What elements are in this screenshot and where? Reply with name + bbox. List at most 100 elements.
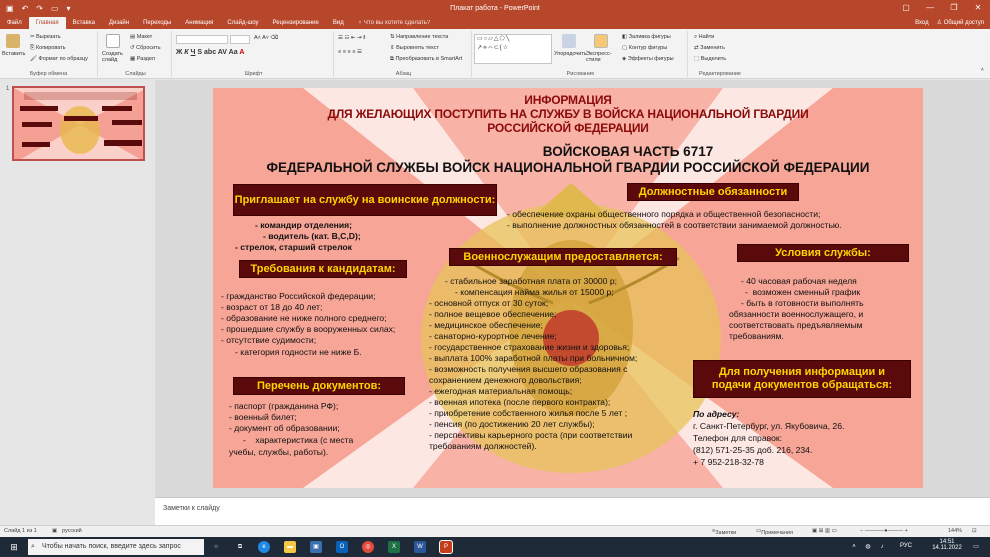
chrome-icon[interactable]: ◎ [362, 541, 374, 553]
tab-home[interactable]: Главная [28, 17, 66, 29]
align-buttons[interactable]: ≡ ≡ ≡ ≡ ☰ [338, 49, 362, 55]
ribbon-display-icon[interactable]: ▢ [894, 0, 918, 16]
font-size-buttons[interactable]: A˄ A˅ ⌫ [254, 35, 278, 41]
smartart-button[interactable]: ⧉ Преобразовать в SmartArt [390, 56, 462, 63]
provided-item: - основной отпуск от 30 суток; [429, 298, 549, 308]
tab-transitions[interactable]: Переходы [136, 17, 178, 29]
network-icon[interactable]: ◍ [862, 541, 874, 553]
share-button[interactable]: ♙ Общий доступ [937, 17, 984, 29]
requirement-item: - возраст от 18 до 40 лет; [221, 302, 323, 312]
documents-box: Перечень документов: [233, 377, 405, 395]
tab-slideshow[interactable]: Слайд-шоу [220, 17, 265, 29]
reset-button[interactable]: ↺ Сбросить [130, 45, 161, 51]
quick-styles-icon[interactable] [594, 34, 608, 48]
tab-file[interactable]: Файл [0, 17, 29, 29]
tab-insert[interactable]: Вставка [66, 17, 102, 29]
align-text-button[interactable]: ⇕ Выровнять текст [390, 45, 439, 51]
provided-item: - компенсация найма жилья от 15000 р; [455, 287, 614, 297]
excel-icon[interactable]: X [388, 541, 400, 553]
tab-view[interactable]: Вид [326, 17, 351, 29]
windows-start-icon[interactable]: ⊞ [8, 541, 20, 553]
shapes-gallery[interactable]: ▭○▱△⬠╲ ↗⟡⌒⊂{☆ [474, 34, 552, 64]
powerpoint-icon[interactable]: P [439, 540, 453, 554]
font-size-select[interactable] [230, 35, 250, 44]
font-format-buttons[interactable]: Ж К Ч S abc AV Aa A [176, 49, 244, 56]
minimize-icon[interactable]: — [918, 0, 942, 16]
provided-item: требованиям должностей). [429, 441, 537, 451]
tray-expand-icon[interactable]: ˄ [848, 541, 860, 553]
tab-review[interactable]: Рецензирование [266, 17, 326, 29]
close-icon[interactable]: ✕ [966, 0, 990, 16]
zoom-level[interactable]: 144% [948, 528, 962, 534]
cortana-icon[interactable]: ○ [210, 541, 222, 553]
provided-item: - перспективы карьерного роста (при соот… [429, 430, 633, 440]
heading-line-1: ИНФОРМАЦИЯ [524, 93, 612, 107]
comments-toggle[interactable]: ▭ Примечания [756, 528, 793, 536]
clock-date: 14.11.2022 [932, 545, 962, 551]
slide-thumbnail[interactable] [12, 86, 145, 161]
notes-pane[interactable]: Заметки к слайду [155, 497, 990, 525]
replace-button[interactable]: ⇄ Заменить [694, 45, 725, 51]
volume-icon[interactable]: ♪ [876, 541, 888, 553]
paste-icon[interactable] [6, 34, 20, 48]
provided-item: - выплата 100% заработной платы при боль… [429, 353, 638, 363]
arrange-icon[interactable] [562, 34, 576, 48]
maximize-icon[interactable]: ❐ [942, 0, 966, 16]
tab-animations[interactable]: Анимация [178, 17, 220, 29]
quick-styles-button[interactable]: Экспресс-стили [586, 51, 614, 63]
provided-item: - медицинское обеспечение; [429, 320, 543, 330]
notifications-icon[interactable]: ▭ [970, 541, 982, 553]
slide-canvas[interactable]: ИНФОРМАЦИЯ ДЛЯ ЖЕЛАЮЩИХ ПОСТУПИТЬ НА СЛУ… [213, 88, 923, 488]
user-icon: ♙ [936, 20, 944, 26]
document-item: - характеристика (с места [243, 435, 354, 445]
collapse-ribbon-icon[interactable]: ˄ [981, 67, 984, 73]
cut-button[interactable]: ✂ Вырезать [30, 34, 61, 40]
provided-item: - возможность получения высшего образова… [429, 364, 628, 374]
outlook-icon[interactable]: O [336, 541, 348, 553]
provided-item: - стабильное заработная плата от 30000 р… [445, 276, 617, 286]
word-icon[interactable]: W [414, 541, 426, 553]
task-view-icon[interactable]: ⧉ [234, 541, 246, 553]
shape-effects-button[interactable]: ◈ Эффекты фигуры [622, 56, 674, 62]
drawing-group: ▭○▱△⬠╲ ↗⟡⌒⊂{☆ Упорядочить Экспресс-стили … [474, 31, 688, 77]
tell-me-search[interactable]: ♀ Что вы хотите сделать? [351, 17, 438, 29]
shape-outline-button[interactable]: ▢ Контур фигуры [622, 45, 667, 51]
notes-toggle[interactable]: ≡ Заметки [712, 528, 736, 536]
find-button[interactable]: ⌕ Найти [694, 34, 714, 41]
document-item: - паспорт (гражданина РФ); [229, 401, 339, 411]
shape-fill-button[interactable]: ◧ Заливка фигуры [622, 34, 671, 40]
store-icon[interactable]: ▣ [310, 541, 322, 553]
arrange-button[interactable]: Упорядочить [554, 51, 587, 57]
text-direction-button[interactable]: ⇅ Направление текста [390, 34, 448, 40]
paragraph-group-label: Абзац [395, 71, 412, 77]
condition-item: соответствовать предъявляемым [729, 320, 863, 330]
format-painter-button[interactable]: 🖌 Формат по образцу [30, 56, 88, 62]
normal-view-icon[interactable]: ▣ ⊞ ▥ ▭ [812, 528, 837, 534]
spellcheck-icon[interactable]: ▣ [52, 528, 57, 534]
windows-taskbar: ⊞ ⌕ Чтобы начать поиск, введите здесь за… [0, 537, 990, 557]
fit-slide-icon[interactable]: ⊡ [972, 528, 977, 534]
file-explorer-icon[interactable]: ▬ [284, 541, 296, 553]
provided-item: - приобретение собственного жилья после … [429, 408, 628, 418]
new-slide-button[interactable]: Создать слайд [102, 51, 128, 63]
sign-in-link[interactable]: Вход [915, 17, 929, 29]
new-slide-icon[interactable] [106, 34, 120, 48]
search-icon: ⌕ [31, 543, 35, 550]
paste-button[interactable]: Вставить [2, 51, 25, 57]
input-language[interactable]: РУС [900, 543, 912, 549]
zoom-slider[interactable]: − ─────●──── + [860, 528, 908, 534]
language-indicator[interactable]: русский [62, 528, 82, 534]
layout-button[interactable]: ▤ Макет [130, 34, 152, 40]
copy-button[interactable]: ⎘ Копировать [30, 45, 66, 52]
edge-icon[interactable]: e [258, 541, 270, 553]
tab-design[interactable]: Дизайн [102, 17, 136, 29]
font-name-select[interactable] [176, 35, 228, 44]
thumbnail-number: 1 [6, 86, 10, 92]
taskbar-search-input[interactable]: ⌕ Чтобы начать поиск, введите здесь запр… [28, 539, 204, 555]
select-button[interactable]: ⬚ Выделить [694, 56, 726, 62]
condition-item: - возможен сменный график [745, 287, 861, 297]
list-buttons[interactable]: ☰ ☷ ⇤ ⇥ ‖ [338, 35, 365, 41]
clock[interactable]: 14:51 14.11.2022 [930, 539, 964, 551]
section-button[interactable]: ▦ Раздел [130, 56, 155, 62]
provided-item: - государственное страхование жизни и зд… [429, 342, 630, 352]
